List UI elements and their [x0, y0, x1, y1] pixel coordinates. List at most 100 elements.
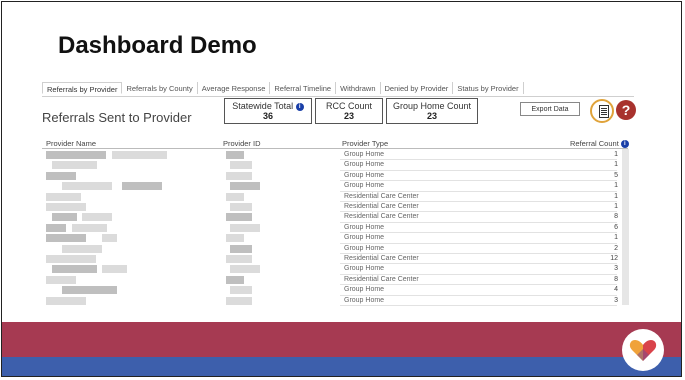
table-row[interactable]: Residential Care Center 8	[42, 275, 628, 286]
redacted-provider-name	[52, 213, 77, 222]
redacted-provider-name	[46, 171, 76, 180]
table-row[interactable]: Residential Care Center 12	[42, 254, 628, 265]
redacted-provider-id	[226, 234, 244, 243]
redacted-provider-name	[62, 182, 112, 191]
kpi-group-home-label: Group Home Count	[392, 101, 472, 111]
info-icon[interactable]: i	[295, 102, 304, 111]
tab-referrals-by-provider[interactable]: Referrals by Provider	[42, 82, 123, 94]
referral-count-cell: 12	[610, 255, 618, 262]
table-row[interactable]: Group Home 5	[42, 171, 628, 182]
col-header-provider-type: Provider Type	[342, 139, 389, 148]
redacted-provider-name	[46, 223, 66, 232]
redacted-provider-name	[112, 151, 167, 159]
redacted-provider-id	[226, 275, 244, 284]
table-row[interactable]: Group Home 1	[42, 160, 628, 171]
redacted-provider-name	[46, 275, 76, 284]
referral-count-cell: 1	[614, 151, 618, 158]
footer-band-bottom	[2, 357, 681, 376]
kpi-rcc-label: RCC Count	[325, 101, 372, 111]
table-scrollbar[interactable]	[622, 149, 629, 305]
redacted-provider-name	[62, 286, 117, 295]
redacted-provider-id	[230, 203, 252, 211]
slide-frame: Dashboard Demo Referrals by Provider Ref…	[1, 1, 682, 377]
report-title: Referrals Sent to Provider	[42, 110, 192, 125]
redacted-provider-id	[230, 244, 252, 253]
tab-referral-timeline[interactable]: Referral Timeline	[270, 82, 337, 94]
footer-band-top	[2, 322, 681, 357]
redacted-provider-id	[226, 171, 252, 180]
col-header-provider-id: Provider ID	[223, 139, 261, 148]
table-row[interactable]: Group Home 1	[42, 233, 628, 244]
info-icon[interactable]: i	[620, 140, 629, 149]
referral-count-cell: 1	[614, 192, 618, 200]
table-row[interactable]: Group Home 3	[42, 264, 628, 275]
redacted-provider-name	[46, 234, 86, 243]
col-header-provider-name: Provider Name	[46, 139, 97, 148]
table-row[interactable]: Residential Care Center 1	[42, 192, 628, 202]
table-row[interactable]: Group Home 2	[42, 244, 628, 254]
redacted-provider-name	[72, 223, 107, 232]
redacted-provider-name	[46, 296, 86, 305]
kpi-rcc-count: RCC Count 23	[315, 98, 383, 124]
table-row[interactable]: Group Home 1	[42, 181, 628, 192]
tab-average-response[interactable]: Average Response	[198, 82, 271, 94]
redacted-provider-id	[226, 213, 252, 222]
redacted-provider-name	[52, 265, 97, 274]
kpi-rcc-value: 23	[343, 111, 354, 121]
heart-logo-icon	[622, 329, 664, 371]
redacted-provider-name	[52, 161, 97, 170]
kpi-statewide-label: Statewide Total	[232, 101, 294, 111]
document-icon	[599, 105, 609, 118]
referral-count-label: Referral Count	[570, 139, 619, 148]
redacted-provider-id	[230, 265, 260, 274]
referral-count-cell: 4	[614, 286, 618, 294]
kpi-statewide-total: Statewide Total i 36	[224, 98, 312, 124]
redacted-provider-id	[230, 286, 252, 295]
header-divider	[42, 148, 628, 149]
redacted-provider-name	[62, 244, 102, 253]
redacted-provider-name	[102, 265, 127, 274]
col-header-referral-count: Referral Count i	[570, 139, 629, 149]
kpi-statewide-value: 36	[262, 111, 273, 121]
tab-bar: Referrals by Provider Referrals by Count…	[42, 82, 634, 97]
referral-count-cell: 1	[614, 203, 618, 210]
report-icon[interactable]	[590, 99, 614, 123]
redacted-provider-name	[46, 255, 96, 263]
kpi-group-home-value: 23	[426, 111, 437, 121]
referral-count-cell: 5	[614, 171, 618, 179]
referral-count-cell: 6	[614, 223, 618, 231]
kpi-group-home-count: Group Home Count 23	[386, 98, 478, 124]
redacted-provider-name	[102, 234, 117, 243]
redacted-provider-id	[230, 161, 252, 170]
export-data-button[interactable]: Export Data	[520, 102, 580, 116]
tab-status-by-provider[interactable]: Status by Provider	[453, 82, 524, 94]
redacted-provider-id	[230, 182, 260, 191]
referral-count-cell: 1	[614, 234, 618, 242]
table-row[interactable]: Group Home 4	[42, 285, 628, 296]
redacted-provider-id	[230, 223, 260, 232]
table-row[interactable]: Group Home 6	[42, 223, 628, 234]
referral-count-cell: 1	[614, 161, 618, 169]
tab-withdrawn[interactable]: Withdrawn	[336, 82, 381, 94]
redacted-provider-name	[122, 182, 162, 191]
table-row[interactable]: Group Home 3	[42, 296, 628, 306]
tab-denied-by-provider[interactable]: Denied by Provider	[381, 82, 454, 94]
redacted-provider-name	[46, 192, 81, 201]
help-icon[interactable]: ?	[616, 100, 636, 120]
table-row[interactable]: Group Home 1	[42, 150, 628, 161]
tab-referrals-by-county[interactable]: Referrals by County	[122, 82, 198, 94]
referral-count-cell: 8	[614, 213, 618, 221]
referral-count-cell: 2	[614, 244, 618, 252]
redacted-provider-name	[46, 203, 86, 211]
redacted-provider-id	[226, 255, 252, 263]
referral-count-cell: 1	[614, 182, 618, 190]
redacted-provider-id	[226, 151, 244, 159]
referral-count-cell: 8	[614, 275, 618, 283]
redacted-provider-id	[226, 192, 244, 201]
heart-logo-graphic	[629, 340, 657, 361]
page-title: Dashboard Demo	[58, 32, 257, 59]
redacted-provider-name	[82, 213, 112, 222]
table-row[interactable]: Residential Care Center 8	[42, 212, 628, 223]
table-row[interactable]: Residential Care Center 1	[42, 202, 628, 213]
redacted-provider-id	[226, 296, 252, 305]
